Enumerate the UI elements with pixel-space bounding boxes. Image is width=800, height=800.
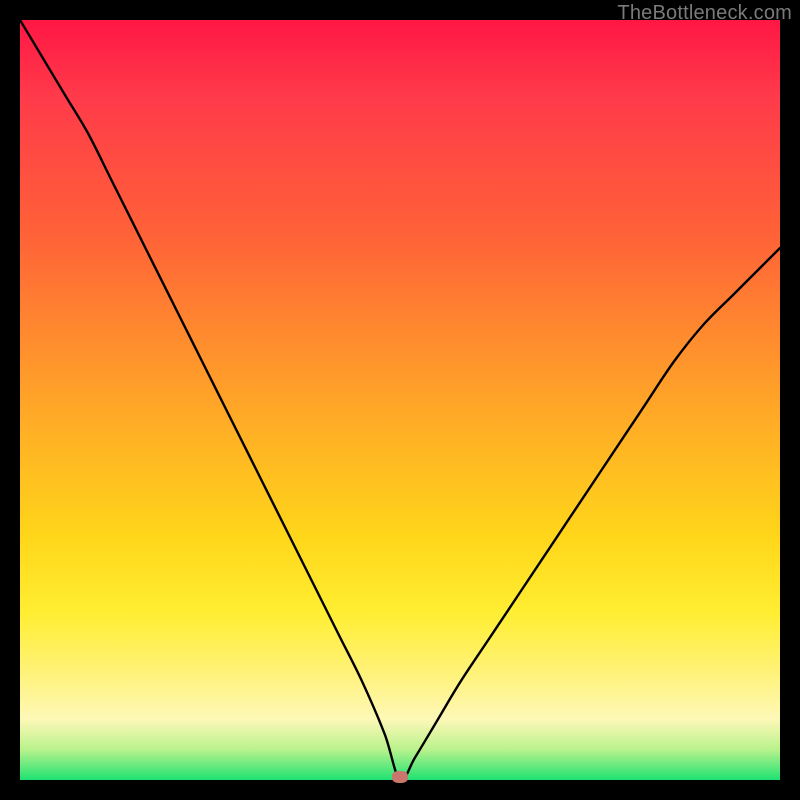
- chart-frame: TheBottleneck.com: [0, 0, 800, 800]
- watermark-text: TheBottleneck.com: [617, 2, 792, 25]
- bottleneck-curve: [20, 20, 780, 780]
- plot-area: [20, 20, 780, 780]
- minimum-marker: [392, 771, 408, 783]
